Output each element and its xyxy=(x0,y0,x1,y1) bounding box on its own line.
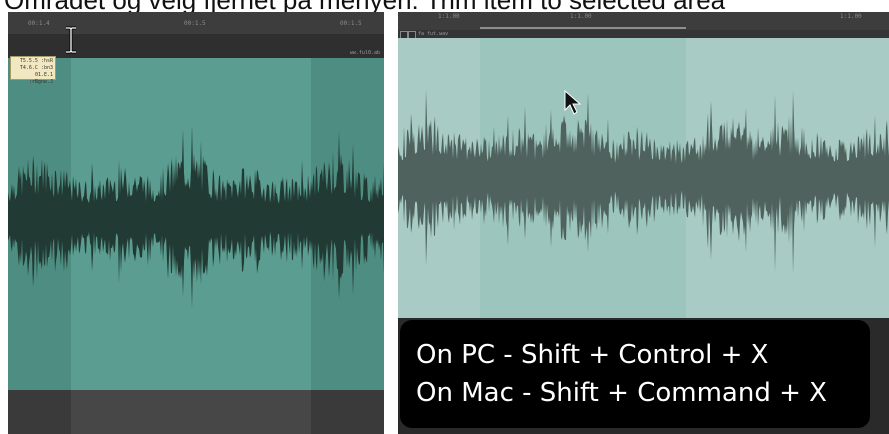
track-label: fa fut.wav xyxy=(418,31,449,37)
waveform xyxy=(398,38,889,318)
time-info-tooltip: T5.5.5 :hsR T4.6.C :bn3 01.E.1 :rBgne.J xyxy=(10,56,56,85)
ruler-tick: 1:1.00 xyxy=(840,13,862,20)
audio-item-left[interactable] xyxy=(8,58,384,390)
caption-text: Området og velg fjernet på menyen: Trim … xyxy=(4,0,888,12)
ruler-tick: 1:1.00 xyxy=(438,13,460,20)
time-info-line: 01.E.1 :rBgne.J xyxy=(28,72,53,85)
left-editor-panel: 00:1.4 00:1.5 00:1.5 ww.ful0.ab T5.5.5 :… xyxy=(8,12,384,434)
shortcut-mac-text: On Mac - Shift + Command + X xyxy=(416,378,827,408)
ruler-tick: 00:1.5 xyxy=(184,20,206,27)
time-info-line: T4.6.C :bn3 xyxy=(19,65,53,71)
right-editor-panel: 1:1.00 1:1.00 1:1.00 fa fut.wav On PC - … xyxy=(398,12,889,434)
empty-track-area xyxy=(8,390,384,434)
track-label: ww.ful0.ab xyxy=(349,50,380,56)
track-header-strip: fa fut.wav xyxy=(398,30,889,39)
shortcut-pc-text: On PC - Shift + Control + X xyxy=(416,340,769,370)
audio-item-right[interactable] xyxy=(398,38,889,318)
arrow-cursor-icon xyxy=(564,90,582,115)
keyboard-shortcut-banner: On PC - Shift + Control + X On Mac - Shi… xyxy=(400,320,870,428)
ibeam-cursor-icon xyxy=(66,26,76,54)
ruler-tick: 1:1.00 xyxy=(570,13,592,20)
waveform xyxy=(8,58,384,390)
time-info-line: T5.5.5 :hsR xyxy=(19,58,53,64)
ruler-tick: 00:1.4 xyxy=(28,20,50,27)
ruler-tick: 00:1.5 xyxy=(340,20,362,27)
selection-range-bar[interactable] xyxy=(480,27,686,29)
